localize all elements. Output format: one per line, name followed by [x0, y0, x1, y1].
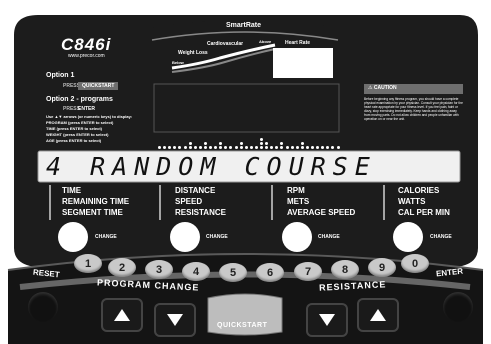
profile-dot — [285, 146, 289, 149]
key-0[interactable]: 0 — [401, 254, 429, 273]
key-7[interactable]: 7 — [294, 262, 322, 281]
option2-instruction: Use ▲▼ arrows (or numeric keys) to displ… — [46, 114, 133, 119]
group4-change-button[interactable] — [393, 222, 423, 252]
group2-item-speed: SPEED — [175, 197, 203, 206]
group1-change-label: CHANGE — [95, 234, 117, 240]
option2-line-time: TIME (press ENTER to select) — [46, 126, 103, 131]
caution-body: Before beginning any fitness program, yo… — [364, 97, 463, 121]
main-display-text: 4 RANDOM COURSE — [46, 152, 377, 181]
quickstart-label: QUICKSTART — [217, 322, 268, 329]
group2-item-resistance: RESISTANCE — [175, 208, 226, 217]
option2-line-age: AGE (press ENTER to select) — [46, 138, 102, 143]
profile-dot — [295, 146, 299, 149]
group4-item-watts: WATTS — [398, 197, 426, 206]
profile-dot — [260, 138, 263, 141]
group3-item-average-speed: AVERAGE SPEED — [287, 208, 356, 217]
profile-dot — [234, 146, 238, 149]
key-8[interactable]: 8 — [331, 260, 359, 279]
group3-change-button[interactable] — [282, 222, 312, 252]
key-5[interactable]: 5 — [219, 263, 247, 282]
option2-title: Option 2 - programs — [46, 96, 113, 103]
brand-url: www.precor.com — [68, 53, 105, 59]
group4-item-cal-per-min: CAL PER MIN — [398, 208, 450, 217]
option2-line-program: PROGRAM (press ENTER to select) — [46, 120, 114, 125]
profile-dot — [158, 146, 161, 149]
key-9[interactable]: 9 — [368, 258, 396, 277]
smartrate-title: SmartRate — [226, 22, 262, 29]
group2-item-distance: DISTANCE — [175, 186, 216, 195]
smartrate-label-below: Below — [172, 60, 184, 65]
resistance-down-button[interactable] — [306, 303, 348, 337]
profile-dot — [188, 146, 192, 149]
profile-dot — [254, 146, 258, 149]
profile-dot — [239, 146, 243, 149]
profile-dot — [260, 146, 263, 149]
program-down-button[interactable] — [154, 303, 196, 337]
profile-dot — [311, 146, 314, 149]
profile-dot — [188, 142, 192, 145]
group3-item-mets: METS — [287, 197, 310, 206]
group1-item-remaining-time: REMAINING TIME — [62, 197, 130, 206]
key-6[interactable]: 6 — [256, 263, 284, 282]
down-arrow-icon — [167, 314, 183, 326]
profile-dot — [239, 142, 243, 145]
up-arrow-icon — [114, 309, 130, 321]
up-arrow-icon — [370, 309, 386, 321]
model-name: C846i — [61, 35, 112, 54]
profile-dot — [336, 146, 340, 149]
profile-dot — [300, 142, 304, 145]
key-2[interactable]: 2 — [108, 258, 136, 277]
group1-change-button[interactable] — [58, 222, 88, 252]
option2-line-weight: WEIGHT (press ENTER to select) — [46, 132, 109, 137]
option2-enter: ENTER — [78, 106, 95, 112]
profile-dot — [198, 146, 202, 149]
group1-item-segment-time: SEGMENT TIME — [62, 208, 123, 217]
profile-dot — [193, 146, 197, 149]
profile-dot — [203, 142, 207, 145]
resistance-up-button[interactable] — [357, 298, 399, 332]
enter-button[interactable] — [443, 292, 473, 322]
profile-dot — [183, 146, 187, 149]
quickstart-badge: QUICKSTART — [78, 82, 119, 90]
profile-dot — [260, 142, 263, 145]
caution-title: ⚠ CAUTION — [368, 85, 397, 91]
group1-item-time: TIME — [62, 186, 82, 195]
profile-dot — [290, 146, 294, 149]
heart-rate-label: Heart Rate — [285, 40, 311, 46]
profile-dot — [249, 146, 253, 149]
key-1[interactable]: 1 — [74, 254, 102, 273]
profile-dot — [203, 146, 207, 149]
group4-item-calories: CALORIES — [398, 186, 440, 195]
smartrate-label-weight-loss: Weight Loss — [178, 50, 208, 56]
key-3[interactable]: 3 — [145, 260, 173, 279]
group3-item-rpm: RPM — [287, 186, 305, 195]
group2-change-button[interactable] — [170, 222, 200, 252]
group4-change-label: CHANGE — [430, 234, 452, 240]
group2-change-label: CHANGE — [206, 234, 228, 240]
smartrate-label-above: Above — [259, 39, 272, 44]
program-up-button[interactable] — [101, 298, 143, 332]
precor-console: C846i www.precor.com SmartRate Weight Lo… — [0, 0, 491, 344]
profile-dot — [300, 146, 304, 149]
key-4[interactable]: 4 — [182, 262, 210, 281]
profile-dot — [244, 146, 248, 149]
profile-dot — [305, 146, 309, 149]
option1-title: Option 1 — [46, 72, 75, 79]
down-arrow-icon — [319, 314, 335, 326]
smartrate-label-cardiovascular: Cardiovascular — [207, 41, 244, 47]
profile-dot — [209, 146, 212, 149]
group3-change-label: CHANGE — [318, 234, 340, 240]
reset-button[interactable] — [28, 292, 58, 322]
